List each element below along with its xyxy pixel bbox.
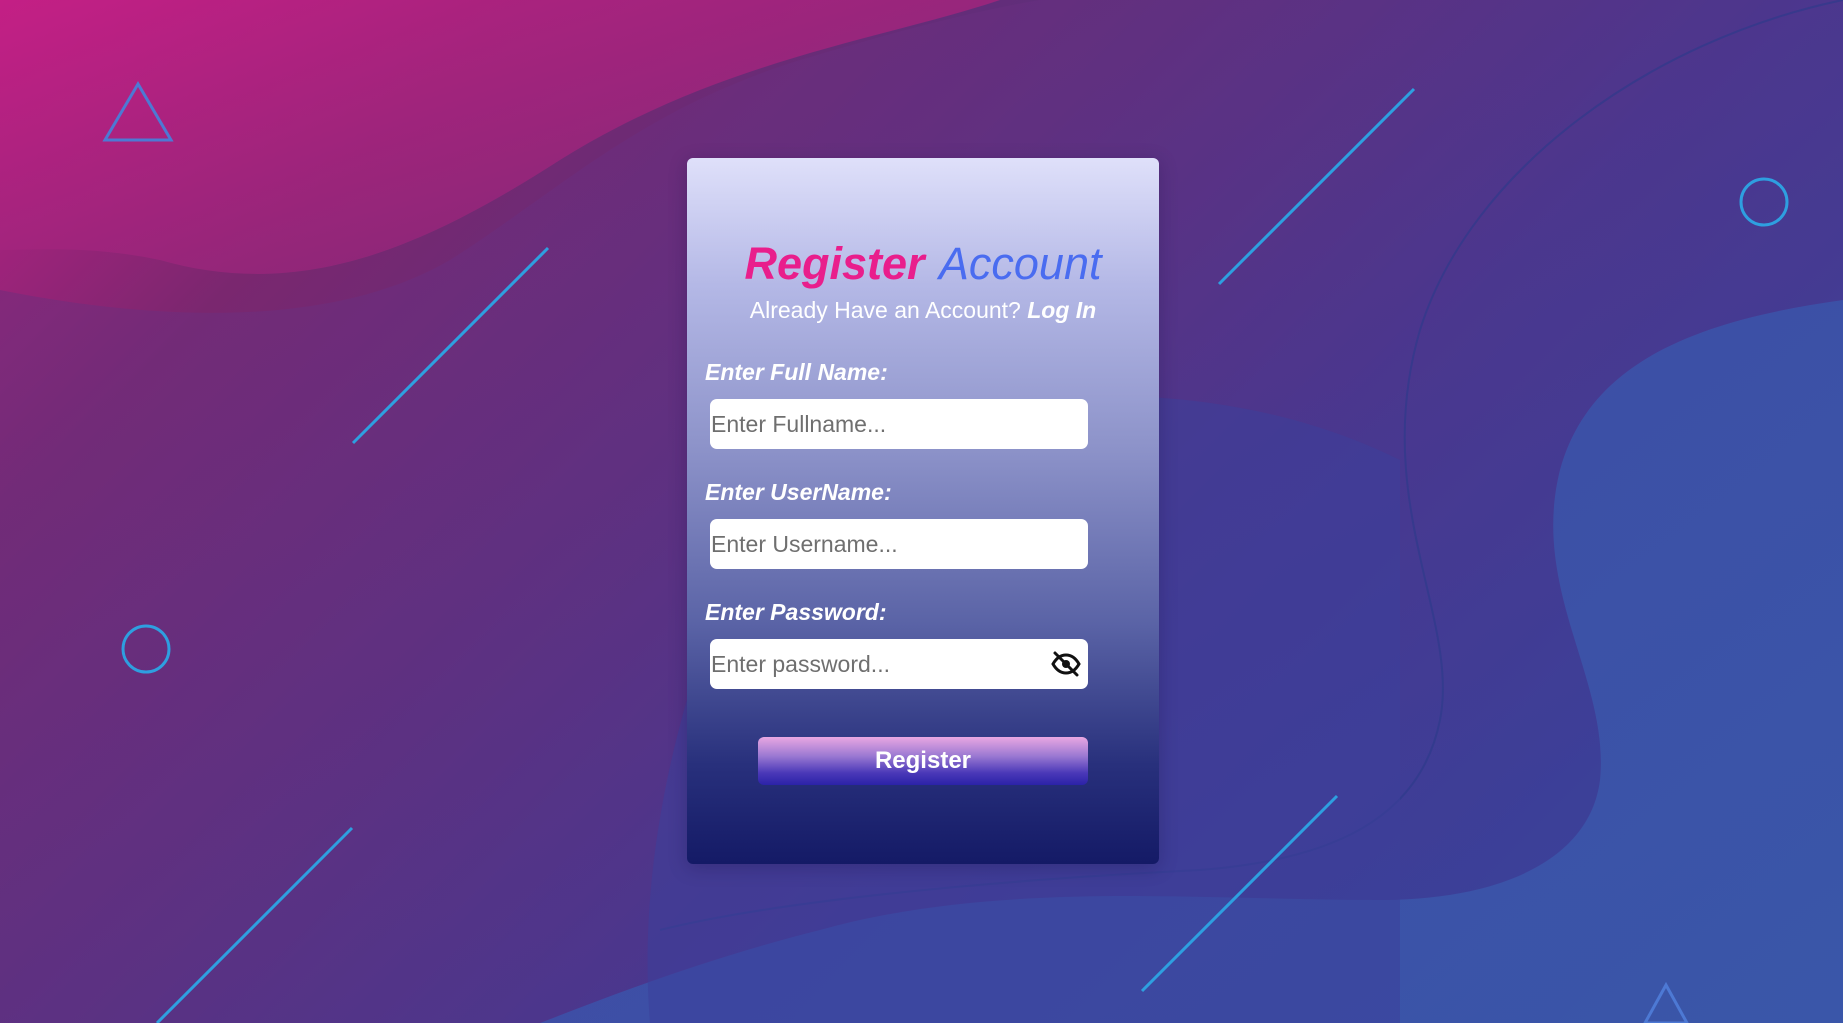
register-button[interactable]: Register: [758, 737, 1088, 785]
username-label: Enter UserName:: [705, 479, 892, 505]
password-field-box: [710, 639, 1088, 689]
fullname-field-box: [710, 399, 1088, 449]
title-register: Register: [744, 238, 925, 289]
eye-slash-icon[interactable]: [1050, 649, 1082, 679]
page-title: Register Account: [687, 238, 1159, 290]
fullname-label: Enter Full Name:: [705, 359, 888, 385]
login-prompt-text: Already Have an Account?: [749, 297, 1021, 323]
register-card: Register Account Already Have an Account…: [687, 158, 1159, 864]
register-page: Register Account Already Have an Account…: [0, 0, 1843, 1023]
password-label: Enter Password:: [705, 599, 887, 625]
title-account: Account: [938, 238, 1102, 289]
login-prompt: Already Have an Account? Log In: [687, 295, 1159, 325]
fullname-input[interactable]: [710, 399, 1088, 449]
username-input[interactable]: [710, 519, 1088, 569]
password-input[interactable]: [710, 639, 1088, 689]
login-link[interactable]: Log In: [1027, 297, 1096, 323]
username-field-box: [710, 519, 1088, 569]
